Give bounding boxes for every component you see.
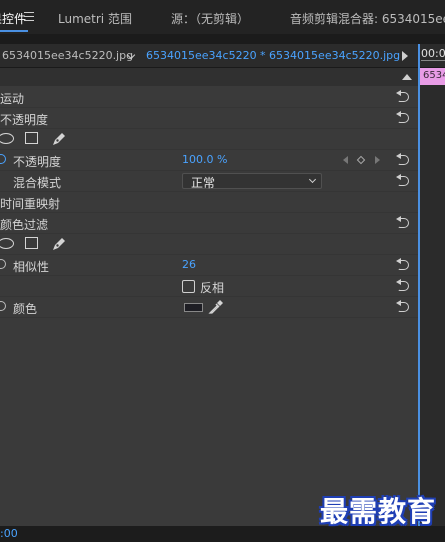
next-keyframe-icon[interactable] [375, 156, 380, 164]
tab-source[interactable]: 源：（无剪辑） [171, 10, 249, 27]
sequence-clip-name[interactable]: 6534015ee34c5220 * 6534015ee34c5220.jpg [146, 49, 400, 62]
chevron-down-icon[interactable] [124, 48, 140, 64]
blend-mode-select[interactable]: 正常 [182, 173, 322, 190]
param-label-blend-mode: 混合模式 [13, 176, 62, 190]
reset-icon[interactable] [396, 90, 410, 102]
effect-row-motion[interactable]: 运动 [0, 87, 418, 108]
opacity-value[interactable]: 100.0 % [182, 153, 227, 166]
reset-icon[interactable] [396, 279, 410, 291]
effect-row-color-key[interactable]: 颜色过滤 [0, 213, 418, 234]
tab-effect-controls[interactable]: 效果控件 [0, 10, 26, 27]
effect-label-motion: 运动 [0, 92, 25, 106]
panel-tab-bar: 效果控件 Lumetri 范围 源：（无剪辑） 音频剪辑混合器: 6534015… [0, 0, 445, 34]
current-timecode[interactable]: :00 [0, 527, 18, 540]
active-tab-indicator [0, 30, 28, 32]
timeline-ruler [421, 60, 445, 61]
param-row-blend-mode: 混合模式 正常 [0, 171, 418, 192]
mask-tools-row [0, 234, 418, 255]
pen-mask-icon[interactable] [51, 236, 67, 252]
rectangle-mask-icon[interactable] [25, 237, 38, 249]
watermark-logo: 最需教育 [320, 495, 437, 528]
effect-row-time-remap[interactable]: 时间重映射 [0, 192, 418, 213]
clip-header: 6534015ee34c5220.jpg 6534015ee34c5220 * … [0, 44, 445, 68]
param-row-similarity: 相似性 26 [0, 255, 418, 276]
effect-label-time-remap: 时间重映射 [0, 197, 61, 211]
timeline-ruler-timecode: 00:00 [421, 47, 445, 60]
invert-label: 反相 [200, 281, 225, 295]
stopwatch-icon[interactable] [0, 301, 6, 311]
scroll-up-icon[interactable] [402, 74, 412, 80]
panel-menu-icon[interactable] [24, 12, 34, 21]
param-row-invert: 反相 [0, 276, 418, 297]
reset-icon[interactable] [396, 174, 410, 186]
stopwatch-icon[interactable] [0, 259, 6, 269]
pen-mask-icon[interactable] [51, 131, 67, 147]
param-row-color: 颜色 [0, 297, 418, 318]
prev-keyframe-icon[interactable] [343, 156, 348, 164]
tab-lumetri-scopes[interactable]: Lumetri 范围 [58, 10, 132, 27]
reset-icon[interactable] [396, 258, 410, 270]
effect-label-opacity: 不透明度 [0, 113, 49, 127]
play-icon[interactable] [402, 51, 408, 61]
chevron-down-icon [308, 175, 317, 184]
effect-row-opacity[interactable]: 不透明度 [0, 108, 418, 129]
stopwatch-icon[interactable] [0, 154, 6, 164]
blend-mode-value: 正常 [191, 176, 216, 190]
ellipse-mask-icon[interactable] [0, 133, 14, 144]
video-effects-header [0, 68, 418, 86]
effect-properties-panel: 运动 不透明度 不透明度 100.0 % 混合模式 正常 时间重映射 颜色过滤 … [0, 68, 418, 526]
param-label-opacity: 不透明度 [13, 155, 62, 169]
mini-timeline[interactable] [418, 68, 445, 526]
ellipse-mask-icon[interactable] [0, 238, 14, 249]
reset-icon[interactable] [396, 111, 410, 123]
master-clip-name[interactable]: 6534015ee34c5220.jpg [2, 49, 133, 62]
reset-icon[interactable] [396, 216, 410, 228]
add-keyframe-icon[interactable] [356, 155, 366, 165]
playhead[interactable] [418, 44, 420, 526]
tab-audio-clip-mixer[interactable]: 音频剪辑混合器: 6534015ee [290, 10, 445, 27]
eyedropper-icon[interactable] [208, 299, 224, 315]
tab-separator [0, 34, 445, 44]
color-swatch[interactable] [184, 303, 203, 312]
effect-label-color-key: 颜色过滤 [0, 218, 49, 232]
rectangle-mask-icon[interactable] [25, 132, 38, 144]
similarity-value[interactable]: 26 [182, 258, 196, 271]
invert-checkbox[interactable] [182, 280, 195, 293]
param-label-similarity: 相似性 [13, 260, 50, 274]
mask-tools-row [0, 129, 418, 150]
param-row-opacity: 不透明度 100.0 % [0, 150, 418, 171]
reset-icon[interactable] [396, 153, 410, 165]
timeline-clip-label: 6534 [423, 70, 445, 81]
param-label-color: 颜色 [13, 302, 38, 316]
reset-icon[interactable] [396, 300, 410, 312]
